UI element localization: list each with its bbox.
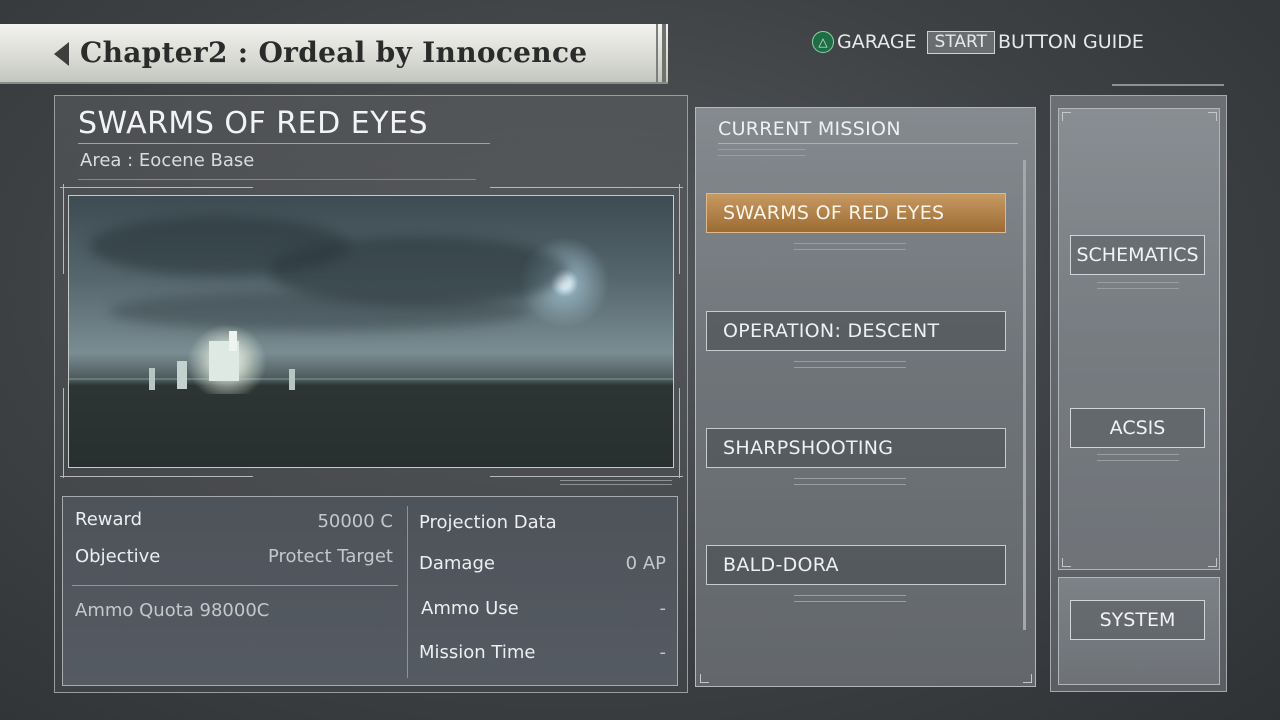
triangle-button-icon[interactable]: △	[812, 31, 834, 53]
ammo-use-value: -	[659, 598, 667, 619]
schematics-button[interactable]: SCHEMATICS	[1070, 235, 1205, 275]
corner-mark	[1208, 558, 1217, 567]
divider	[794, 243, 906, 250]
start-button-badge[interactable]: START	[926, 30, 995, 54]
mission-preview-image	[68, 195, 674, 468]
divider	[407, 506, 408, 678]
chapter-title: Chapter2 : Ordeal by Innocence	[80, 36, 588, 69]
divider	[560, 484, 672, 485]
mission-area: Area : Eocene Base	[80, 150, 255, 171]
corner-mark	[1023, 674, 1032, 683]
divider	[1097, 454, 1179, 461]
divider	[794, 361, 906, 368]
objective-value: Protect Target	[267, 546, 393, 567]
mission-item-swarms-of-red-eyes[interactable]: SWARMS OF RED EYES	[706, 193, 1006, 233]
system-button[interactable]: SYSTEM	[1070, 600, 1205, 640]
mission-item-bald-dora[interactable]: BALD-DORA	[706, 545, 1006, 585]
divider	[794, 595, 906, 602]
corner-mark	[1062, 558, 1071, 567]
frame-line	[490, 476, 683, 477]
acsis-button[interactable]: ACSIS	[1070, 408, 1205, 448]
divider	[1112, 84, 1224, 86]
damage-label: Damage	[419, 553, 495, 574]
back-arrow-icon[interactable]	[54, 42, 69, 66]
reward-value: 50000 C	[317, 511, 393, 532]
divider	[560, 480, 672, 481]
divider	[718, 143, 1018, 144]
mission-item-sharpshooting[interactable]: SHARPSHOOTING	[706, 428, 1006, 468]
garage-label[interactable]: GARAGE	[837, 31, 917, 53]
damage-value: 0 AP	[625, 553, 666, 574]
ammo-use-label: Ammo Use	[421, 598, 519, 619]
current-mission-header: CURRENT MISSION	[718, 118, 901, 140]
corner-mark	[1208, 112, 1217, 121]
button-guide-label[interactable]: BUTTON GUIDE	[998, 31, 1144, 53]
frame-line	[60, 476, 253, 477]
frame-line	[490, 187, 683, 188]
mission-time-label: Mission Time	[419, 642, 536, 663]
objective-label: Objective	[75, 546, 161, 567]
frame-line	[63, 388, 64, 478]
chapter-banner: Chapter2 : Ordeal by Innocence	[0, 24, 668, 84]
mission-title: SWARMS OF RED EYES	[78, 106, 429, 141]
divider	[78, 179, 476, 180]
divider	[794, 478, 906, 485]
frame-line	[63, 184, 64, 274]
corner-mark	[1062, 112, 1071, 121]
divider	[78, 143, 490, 144]
corner-mark	[700, 674, 709, 683]
reward-label: Reward	[75, 509, 143, 530]
divider	[1097, 282, 1179, 289]
side-menu-top-section	[1058, 108, 1220, 570]
divider	[718, 149, 806, 156]
frame-line	[679, 184, 680, 274]
mission-time-value: -	[659, 642, 667, 663]
frame-line	[679, 388, 680, 478]
projection-data-label: Projection Data	[419, 512, 557, 533]
divider	[72, 585, 398, 586]
ammo-quota: Ammo Quota 98000C	[75, 600, 270, 621]
mission-item-operation-descent[interactable]: OPERATION: DESCENT	[706, 311, 1006, 351]
mission-list-scrollbar[interactable]	[1023, 160, 1026, 630]
frame-line	[60, 187, 253, 188]
button-guide-bar: △ GARAGE START BUTTON GUIDE	[812, 30, 1144, 54]
